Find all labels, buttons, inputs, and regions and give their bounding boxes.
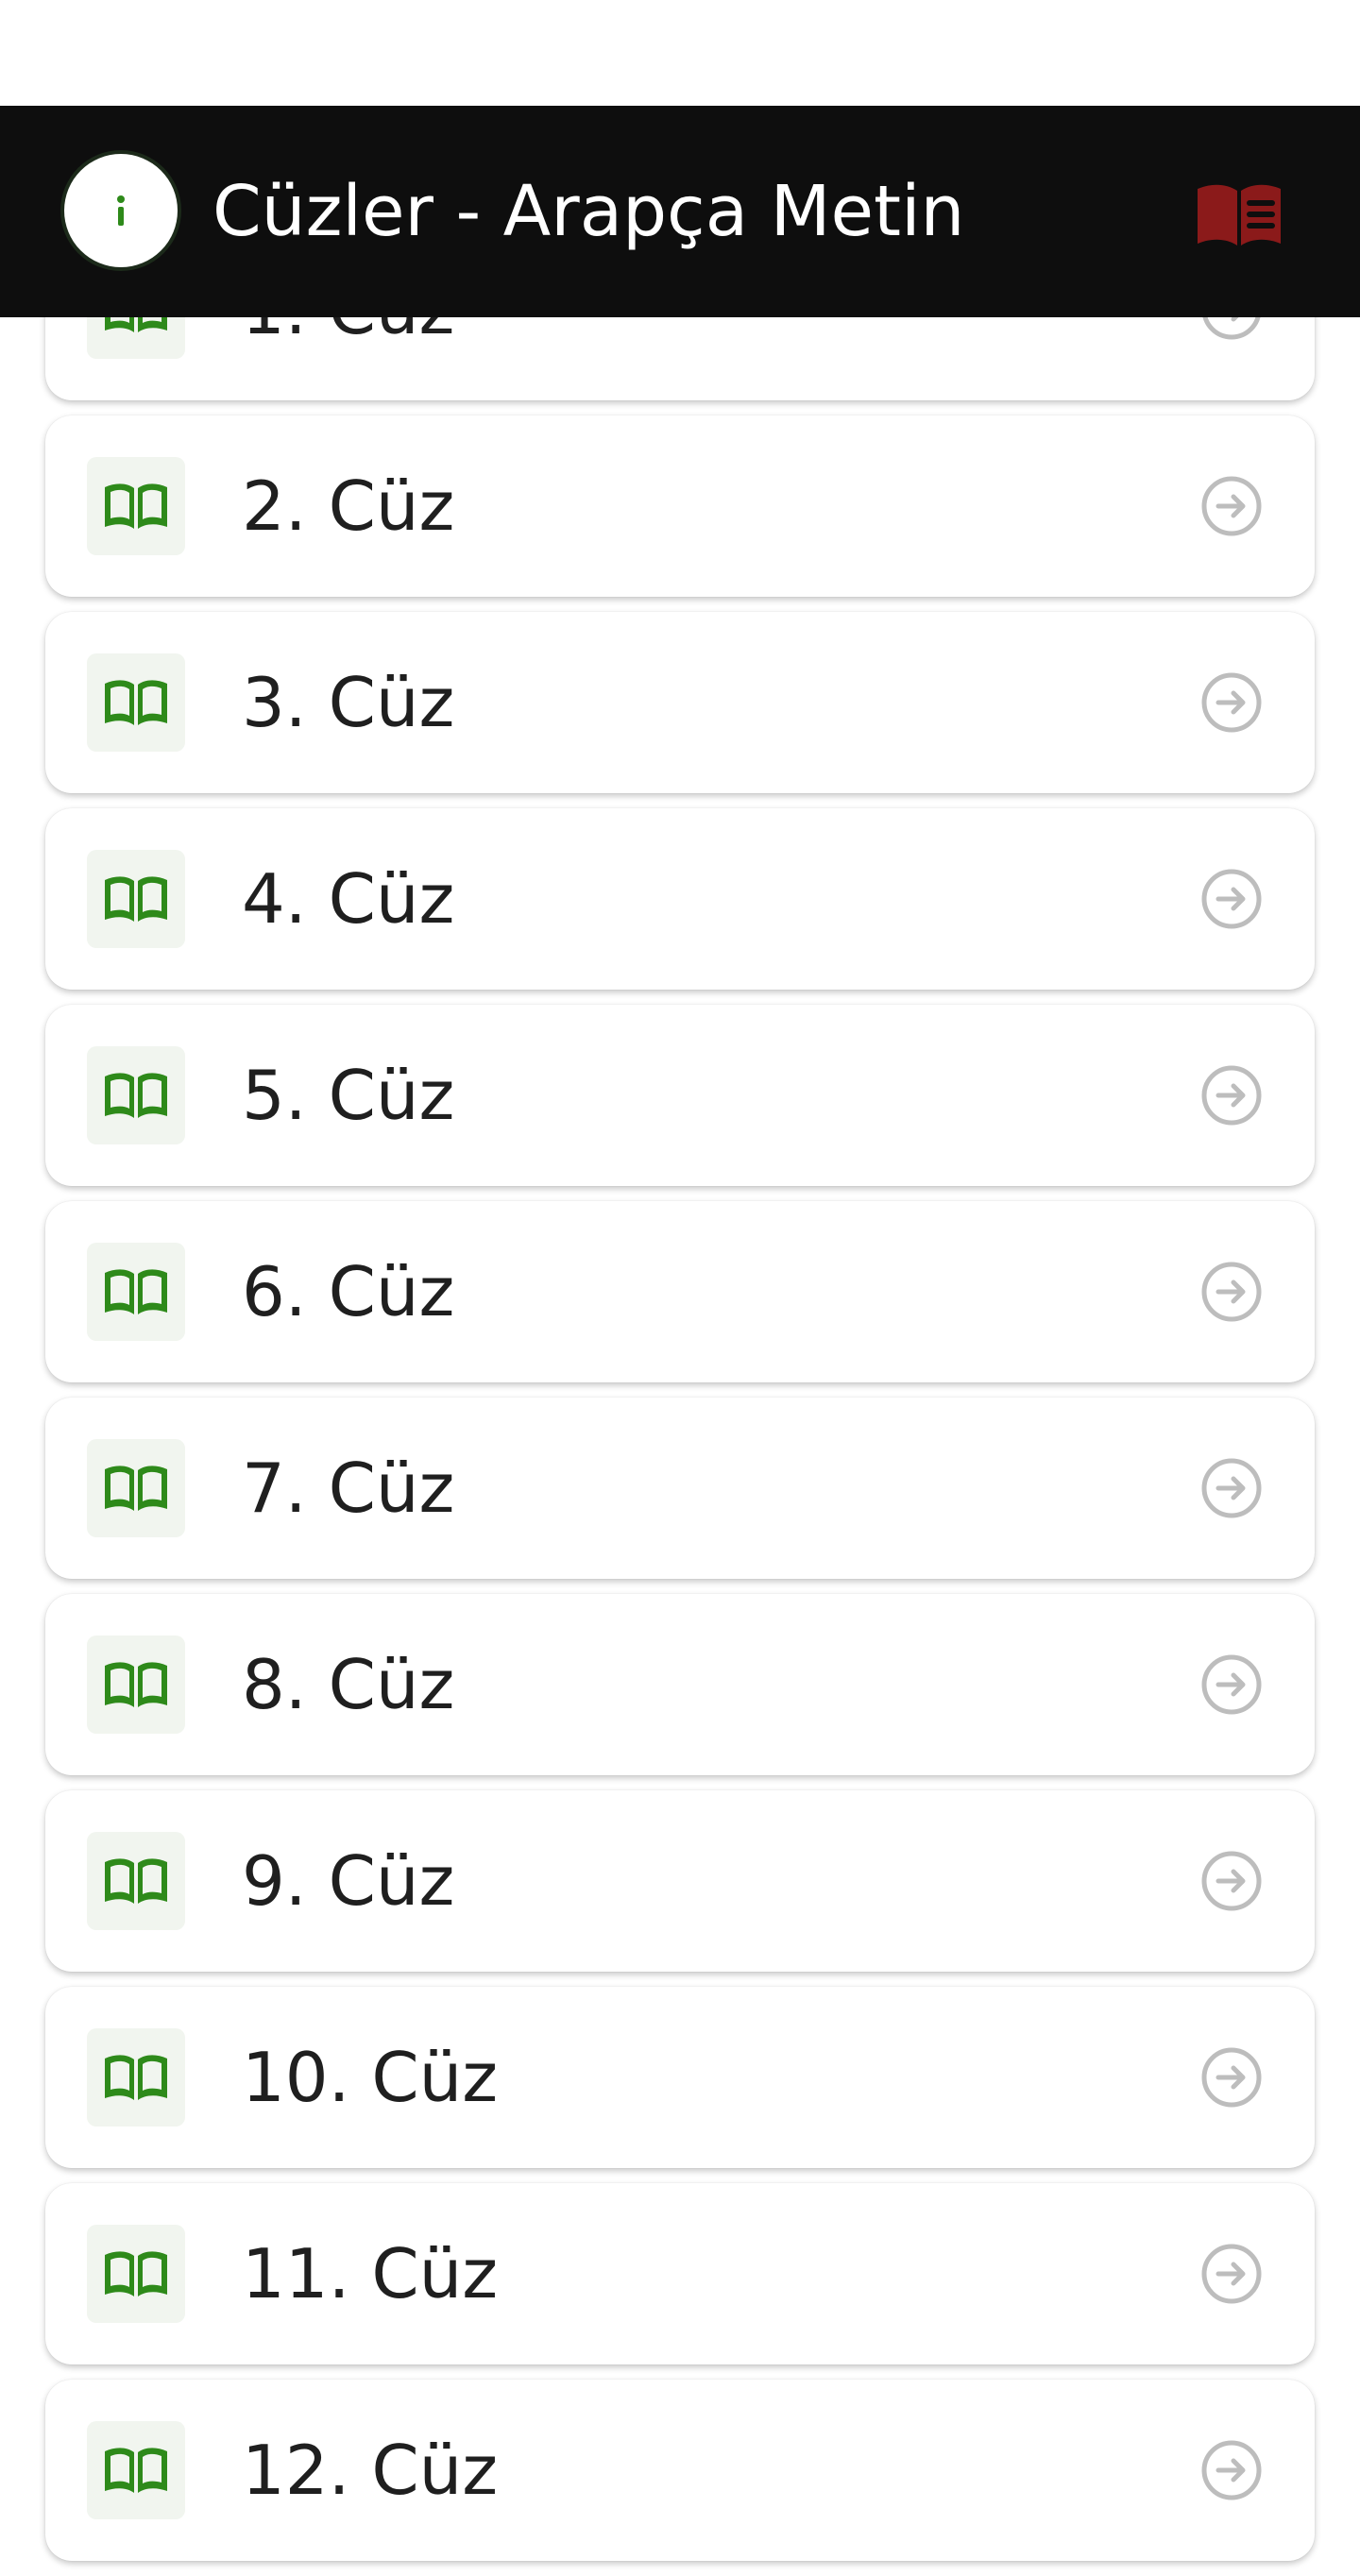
arrow-circle-right-icon <box>1201 672 1262 733</box>
book-icon-box <box>87 1243 185 1341</box>
list-item-label: 7. Cüz <box>242 1449 455 1528</box>
list-item[interactable]: 7. Cüz <box>45 1398 1315 1579</box>
open-button[interactable] <box>1199 867 1264 931</box>
book-icon-box <box>87 2421 185 2519</box>
cuz-list: 1. Cüz 2. Cüz <box>45 219 1315 2576</box>
book-icon-box <box>87 1439 185 1537</box>
book-icon-box <box>87 1635 185 1734</box>
book-icon-box <box>87 1832 185 1930</box>
list-item[interactable]: 9. Cüz <box>45 1790 1315 1972</box>
list-item[interactable]: 12. Cüz <box>45 2380 1315 2561</box>
list-item-label: 5. Cüz <box>242 1056 455 1135</box>
list-item-label: 4. Cüz <box>242 859 455 939</box>
arrow-circle-right-icon <box>1201 476 1262 536</box>
list-item-label: 11. Cüz <box>242 2234 499 2313</box>
book-list-icon <box>1198 184 1281 246</box>
open-button[interactable] <box>1199 1260 1264 1324</box>
list-item[interactable]: 6. Cüz <box>45 1201 1315 1382</box>
open-button[interactable] <box>1199 1456 1264 1520</box>
book-icon-box <box>87 850 185 948</box>
list-item-label: 9. Cüz <box>242 1841 455 1921</box>
arrow-circle-right-icon <box>1201 869 1262 929</box>
open-button[interactable] <box>1199 2438 1264 2502</box>
list-item-label: 12. Cüz <box>242 2431 499 2510</box>
arrow-circle-right-icon <box>1201 2440 1262 2500</box>
book-icon-box <box>87 653 185 752</box>
page-title: Cüzler - Arapça Metin <box>212 171 965 252</box>
list-item[interactable]: 3. Cüz <box>45 612 1315 793</box>
arrow-circle-right-icon <box>1201 2244 1262 2304</box>
book-icon-box <box>87 2028 185 2127</box>
arrow-circle-right-icon <box>1201 1654 1262 1715</box>
open-button[interactable] <box>1199 1063 1264 1127</box>
list-item[interactable]: 11. Cüz <box>45 2183 1315 2364</box>
arrow-circle-right-icon <box>1201 1458 1262 1518</box>
open-button[interactable] <box>1199 1849 1264 1913</box>
list-item-label: 3. Cüz <box>242 663 455 742</box>
list-item[interactable]: 4. Cüz <box>45 808 1315 990</box>
open-book-icon <box>105 680 167 725</box>
app-bar: Cüzler - Arapça Metin <box>0 106 1360 317</box>
list-item-label: 10. Cüz <box>242 2038 499 2117</box>
open-book-icon <box>105 2055 167 2100</box>
status-bar <box>0 0 1360 106</box>
open-book-icon <box>105 1466 167 1511</box>
list-item[interactable]: 2. Cüz <box>45 415 1315 597</box>
open-button[interactable] <box>1199 474 1264 538</box>
arrow-circle-right-icon <box>1201 1262 1262 1322</box>
open-book-icon <box>105 1662 167 1707</box>
open-button[interactable] <box>1199 2045 1264 2110</box>
info-icon <box>117 195 125 226</box>
info-button[interactable] <box>64 154 178 267</box>
arrow-circle-right-icon <box>1201 2047 1262 2108</box>
open-button[interactable] <box>1199 1652 1264 1717</box>
open-button[interactable] <box>1199 2242 1264 2306</box>
open-book-icon <box>105 1858 167 1904</box>
list-item[interactable]: 8. Cüz <box>45 1594 1315 1775</box>
arrow-circle-right-icon <box>1201 1065 1262 1126</box>
list-item[interactable]: 5. Cüz <box>45 1005 1315 1186</box>
book-list-button[interactable] <box>1194 179 1284 247</box>
book-icon-box <box>87 2225 185 2323</box>
arrow-circle-right-icon <box>1201 1851 1262 1911</box>
open-book-icon <box>105 876 167 922</box>
open-book-icon <box>105 1073 167 1118</box>
book-icon-box <box>87 457 185 555</box>
open-book-icon <box>105 1269 167 1314</box>
list-item-label: 6. Cüz <box>242 1252 455 1331</box>
open-book-icon <box>105 483 167 529</box>
list-item-label: 8. Cüz <box>242 1645 455 1724</box>
list-item[interactable]: 10. Cüz <box>45 1987 1315 2168</box>
open-book-icon <box>105 2448 167 2493</box>
open-book-icon <box>105 2251 167 2296</box>
open-button[interactable] <box>1199 670 1264 735</box>
book-icon-box <box>87 1046 185 1144</box>
list-item-label: 2. Cüz <box>242 466 455 546</box>
